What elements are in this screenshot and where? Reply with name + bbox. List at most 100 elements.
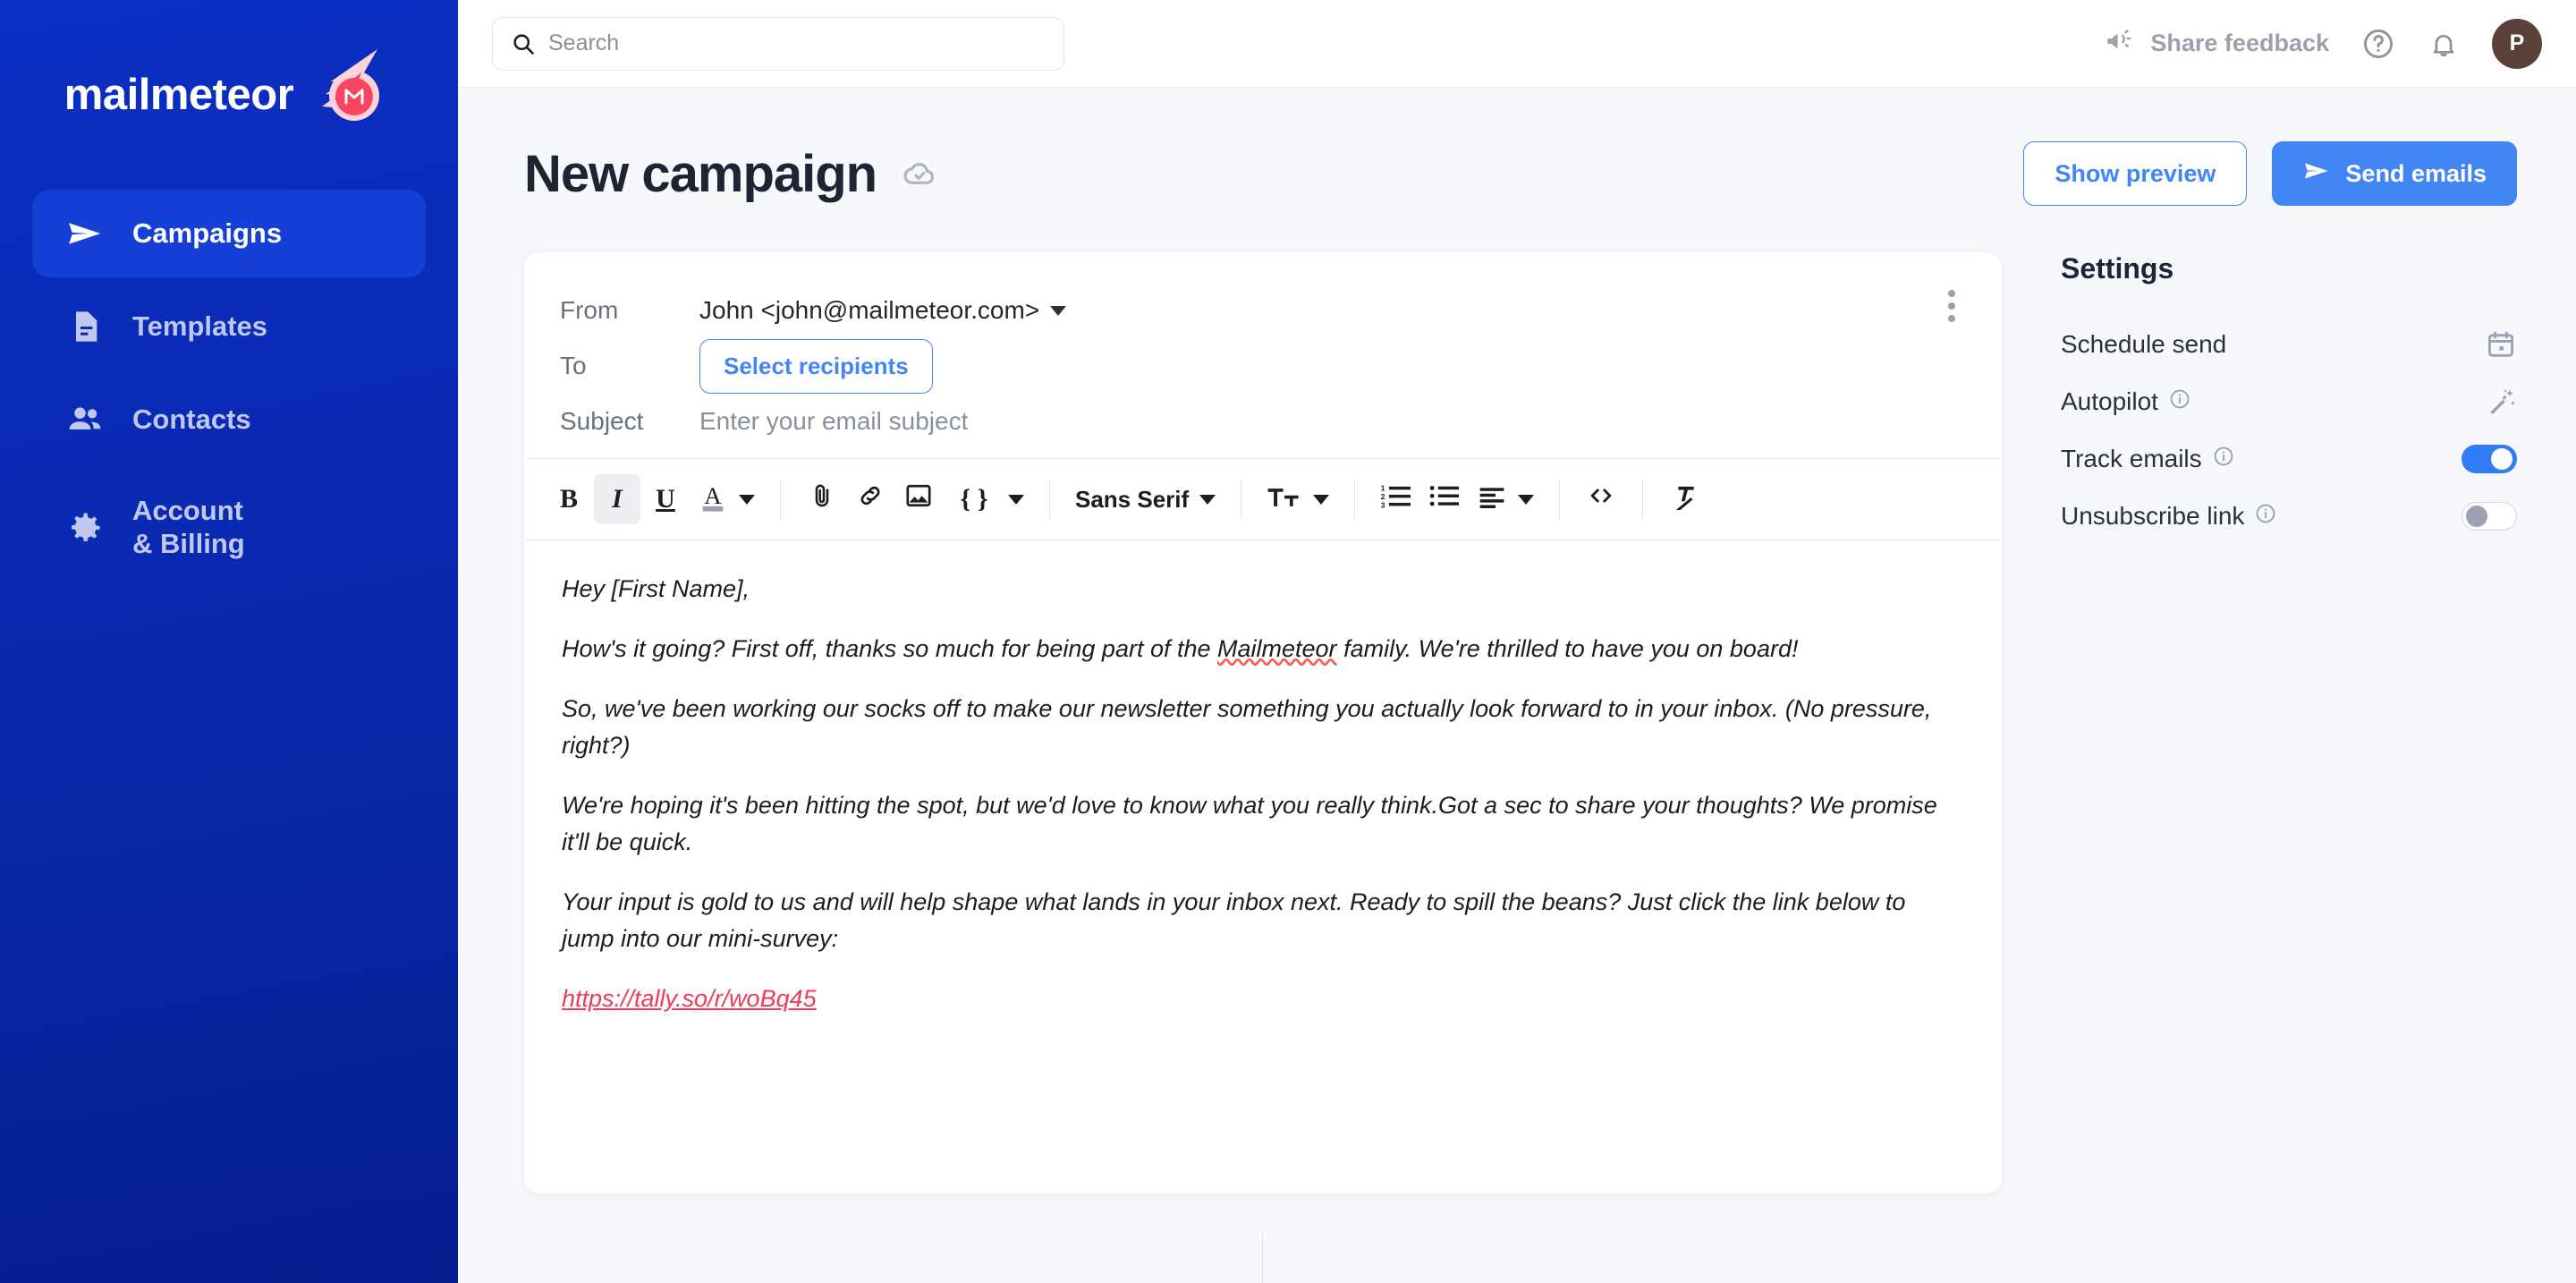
setting-row-schedule-send[interactable]: Schedule send [2061,316,2517,373]
toggle-knob [2491,448,2512,470]
chevron-down-icon [1518,494,1535,505]
sidebar-item-contacts[interactable]: Contacts [32,376,426,463]
attach-file-button[interactable] [799,474,845,524]
bullet-list-icon [1428,481,1461,517]
select-recipients-button[interactable]: Select recipients [699,338,933,394]
toggle-switch-on[interactable] [2462,445,2517,473]
notification-bell-icon[interactable] [2428,28,2460,60]
toggle-switch-off[interactable] [2462,502,2517,531]
sidebar-item-label-line1: Account [132,495,243,527]
bullet-list-button[interactable] [1421,474,1468,524]
chevron-down-icon [739,494,755,505]
from-row: From John <john@mailmeteor.com> [560,283,1966,338]
align-button[interactable] [1470,474,1541,524]
sidebar-item-account-billing[interactable]: Account & Billing [32,469,426,587]
from-value: John <john@mailmeteor.com> [699,296,1040,324]
settings-panel: Settings Schedule send Autopilot Track e… [2002,252,2517,1283]
text-color-button[interactable]: A [691,474,762,524]
setting-row-unsubscribe-link[interactable]: Unsubscribe link [2061,488,2517,545]
document-icon [61,309,109,344]
svg-text:A: A [704,482,722,509]
body-paragraph-with-spellcheck: How's it going? First off, thanks so muc… [562,631,1964,667]
meteor-logo-icon [299,46,381,128]
search-input[interactable] [548,30,1046,56]
info-icon[interactable] [2213,445,2234,473]
main-area: Share feedback P New campaign [458,0,2576,1283]
top-bar-actions: Share feedback P [2104,18,2542,69]
editor-toolbar: B I U A {} Sans Serif 1 2 3 [524,458,2002,540]
sidebar-item-label: Campaigns [132,217,283,249]
image-icon [903,480,934,518]
chevron-down-icon [1050,305,1067,316]
body-paragraph: So, we've been working our socks off to … [562,695,1932,760]
insert-image-button[interactable] [895,474,942,524]
font-family-select[interactable]: Sans Serif [1068,474,1223,524]
megaphone-icon [2104,26,2134,61]
text-color-icon: A [698,480,728,520]
misspelled-word: Mailmeteor [1217,635,1337,663]
share-feedback-button[interactable]: Share feedback [2104,26,2329,61]
help-circle-icon[interactable] [2361,27,2395,61]
to-label: To [560,352,587,379]
merge-field-button[interactable]: { } [944,474,1031,524]
setting-label: Autopilot [2061,387,2190,416]
info-icon[interactable] [2169,387,2190,416]
underline-button[interactable]: U [642,474,689,524]
show-preview-button[interactable]: Show preview [2023,141,2248,206]
send-emails-button[interactable]: Send emails [2272,141,2517,206]
share-feedback-label: Share feedback [2150,30,2329,56]
brand-name: mailmeteor [64,71,294,119]
brand-logo[interactable]: mailmeteor [0,0,458,190]
unsubscribe-link-toggle[interactable] [2462,502,2517,531]
clear-formatting-button[interactable] [1661,474,1707,524]
clear-formatting-icon [1668,481,1700,517]
send-emails-label: Send emails [2345,159,2487,187]
toolbar-divider [1049,480,1050,519]
sidebar-item-campaigns[interactable]: Campaigns [32,190,426,277]
toggle-knob [2466,506,2487,527]
setting-row-autopilot[interactable]: Autopilot [2061,373,2517,430]
setting-label: Schedule send [2061,330,2226,359]
italic-button[interactable]: I [594,474,640,524]
calendar-icon[interactable] [2485,328,2517,361]
subject-row: Subject [560,394,1966,449]
sidebar-item-templates[interactable]: Templates [32,283,426,370]
body-text-before: How's it going? First off, thanks so muc… [562,635,1218,663]
settings-title: Settings [2061,252,2174,285]
font-family-label: Sans Serif [1075,485,1190,513]
app-root: mailmeteor Campaigns Templates Contacts … [0,0,2576,1283]
page-header-actions: Show preview Send emails [2023,141,2517,206]
to-row: To Select recipients [560,338,1966,394]
svg-text:3: 3 [1381,500,1385,509]
setting-row-track-emails[interactable]: Track emails [2061,430,2517,488]
magic-wand-icon[interactable] [2485,386,2517,418]
body-paragraph: Your input is gold to us and will help s… [562,888,1906,953]
bottom-divider [1262,1233,1263,1283]
search-box[interactable] [492,16,1064,71]
numbered-list-button[interactable]: 123 [1373,474,1419,524]
kebab-menu-icon[interactable] [1941,283,1962,329]
merge-field-icon: { } [960,484,988,514]
toolbar-divider [1559,480,1561,519]
sidebar: mailmeteor Campaigns Templates Contacts … [0,0,458,1283]
info-icon[interactable] [2255,502,2276,531]
people-icon [61,400,109,439]
sidebar-item-label: Templates [132,310,268,342]
code-view-button[interactable] [1578,474,1624,524]
send-icon [61,214,109,253]
unsubscribe-link-label: Unsubscribe link [2061,502,2245,530]
subject-input[interactable] [699,407,1504,436]
sidebar-nav: Campaigns Templates Contacts Account & B… [0,190,458,587]
from-label: From [560,296,619,324]
insert-link-button[interactable] [847,474,894,524]
email-body-editor[interactable]: Hey [First Name], How's it going? First … [524,540,2002,1194]
gear-icon [61,508,109,548]
autopilot-label: Autopilot [2061,387,2158,415]
from-select[interactable]: John <john@mailmeteor.com> [699,296,1067,325]
track-emails-toggle[interactable] [2462,445,2517,473]
avatar-initial: P [2509,30,2525,55]
avatar[interactable]: P [2492,18,2542,69]
survey-link[interactable]: https://tally.so/r/woBq45 [562,985,817,1012]
bold-button[interactable]: B [546,474,592,524]
font-size-select[interactable] [1259,474,1336,524]
